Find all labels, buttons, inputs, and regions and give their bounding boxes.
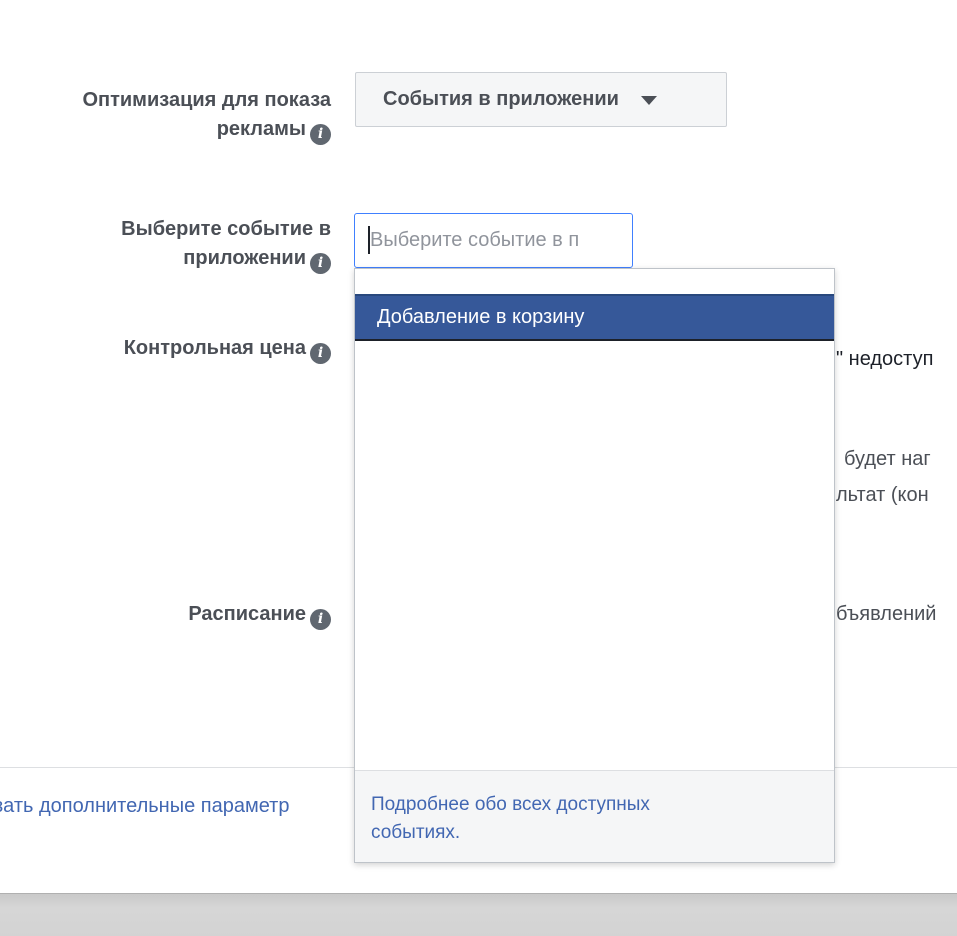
info-icon[interactable]: i: [310, 343, 331, 364]
dropdown-footer-line2: событиях.: [371, 822, 461, 843]
schedule-label-text: Расписание: [188, 603, 306, 625]
event-dropdown: Добавление в корзину Подробнее обо всех …: [354, 268, 835, 863]
background-text-line-b: льтат (кон: [836, 484, 929, 506]
info-icon[interactable]: i: [310, 253, 331, 274]
more-params-link[interactable]: зать дополнительные параметр: [0, 795, 289, 818]
optimization-label: Оптимизация для показа рекламы i: [82, 86, 331, 145]
schedule-partial-text: бъявлений: [836, 603, 937, 625]
optimization-button-label: События в приложении: [383, 88, 619, 110]
background-text-line-a: будет наг: [844, 448, 931, 470]
control-price-label-text: Контрольная цена: [123, 337, 306, 359]
schedule-label: Расписание i: [188, 600, 331, 630]
info-icon[interactable]: i: [310, 124, 331, 145]
info-icon[interactable]: i: [310, 609, 331, 630]
bottom-bar: [0, 893, 957, 936]
control-price-partial-text: " недоступ: [836, 348, 934, 370]
event-select-label: Выберите событие в приложении i: [121, 215, 331, 274]
dropdown-learn-more-link[interactable]: Подробнее обо всех доступных событиях.: [355, 770, 834, 862]
caret-down-icon: [640, 96, 657, 105]
dropdown-footer-line1: Подробнее обо всех доступных: [371, 794, 650, 815]
text-cursor: [368, 226, 370, 254]
event-select-label-line2: приложении: [183, 247, 306, 269]
optimization-label-line1: Оптимизация для показа: [82, 89, 331, 111]
control-price-label: Контрольная цена i: [124, 334, 331, 364]
event-search-input[interactable]: [354, 213, 633, 268]
dropdown-option-add-to-cart[interactable]: Добавление в корзину: [355, 294, 834, 341]
ad-set-form: Оптимизация для показа рекламы i События …: [0, 0, 957, 936]
optimization-dropdown-button[interactable]: События в приложении: [355, 72, 727, 127]
event-select-label-line1: Выберите событие в: [121, 218, 331, 240]
optimization-label-line2: рекламы: [216, 118, 306, 140]
